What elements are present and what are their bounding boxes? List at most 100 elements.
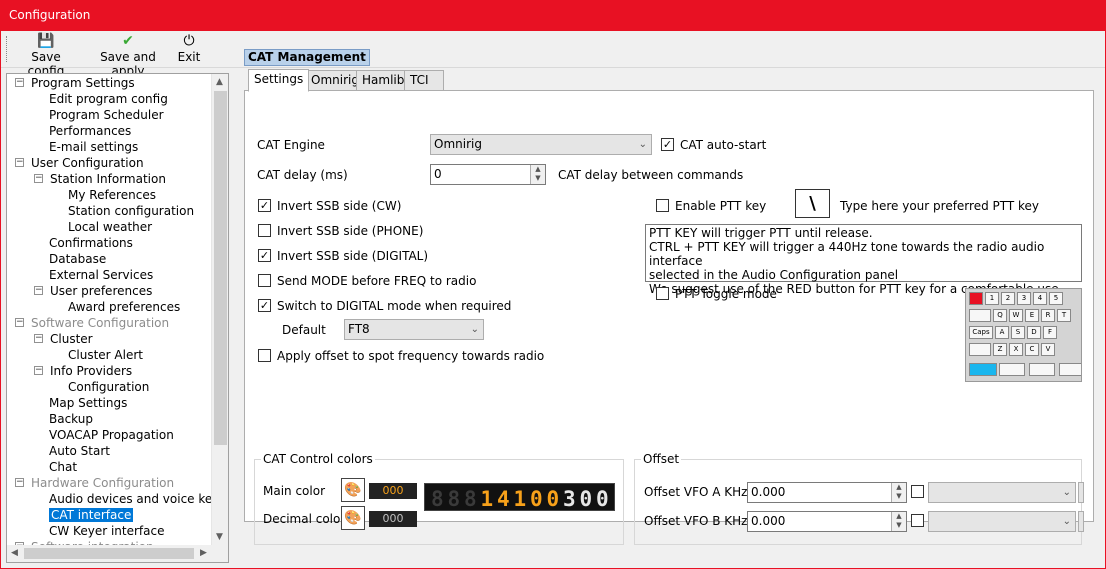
tree-item-label: Performances (49, 124, 132, 138)
invert-phone-checkbox[interactable] (258, 224, 271, 237)
save-config-button[interactable]: 💾 Save config (15, 33, 77, 78)
scroll-up-icon[interactable]: ▲ (216, 77, 223, 87)
collapse-icon[interactable]: − (15, 78, 24, 87)
tree-item[interactable]: Station Information (50, 171, 166, 187)
offset-vfo-a-label: Offset VFO A KHz (644, 485, 748, 499)
collapse-icon[interactable]: − (15, 158, 24, 167)
spin-up-icon[interactable]: ▲ (892, 512, 906, 521)
tab-settings[interactable]: Settings (248, 69, 310, 92)
tree-item[interactable]: Auto Start (49, 443, 110, 459)
tree-item[interactable]: Station configuration (68, 203, 194, 219)
tree-item[interactable]: Cluster Alert (68, 347, 143, 363)
tree-item[interactable]: Cluster (50, 331, 93, 347)
tree-item[interactable]: Info Providers (50, 363, 132, 379)
cat-delay-input[interactable]: 0 ▲ ▼ (430, 164, 546, 185)
spin-up-icon[interactable]: ▲ (892, 483, 906, 492)
tree-item[interactable]: Hardware Configuration (31, 475, 174, 491)
tree-item[interactable]: Audio devices and voice keye (49, 491, 227, 507)
power-icon: ⏻ (183, 33, 195, 49)
offset-vfo-a-checkbox[interactable] (911, 485, 924, 498)
save-and-apply-button[interactable]: ✔ Save and apply (87, 33, 169, 78)
ptt-info-line: selected in the Audio Configuration pane… (649, 268, 899, 282)
keyboard-key: W (1009, 309, 1023, 322)
keyboard-key: V (1041, 343, 1055, 356)
tree-item[interactable]: CW Keyer interface (49, 523, 164, 539)
horizontal-scroll-thumb[interactable] (24, 548, 194, 559)
tab-tci[interactable]: TCI (404, 70, 444, 91)
offset-vfo-a-extra[interactable] (1078, 482, 1084, 503)
switch-digital-checkbox[interactable]: ✓ (258, 299, 271, 312)
tree-item[interactable]: Edit program config (49, 91, 168, 107)
spin-up-icon[interactable]: ▲ (531, 165, 545, 174)
tree-item[interactable]: Local weather (68, 219, 152, 235)
tree-vertical-scrollbar[interactable]: ▲ ▼ (211, 74, 228, 546)
spin-down-icon[interactable]: ▼ (892, 521, 906, 530)
send-mode-checkbox[interactable] (258, 274, 271, 287)
collapse-icon[interactable]: − (15, 318, 24, 327)
tree-item[interactable]: My References (68, 187, 156, 203)
tree-item[interactable]: Database (49, 251, 106, 267)
tree-item[interactable]: User Configuration (31, 155, 144, 171)
tree-item[interactable]: Backup (49, 411, 93, 427)
tree-item[interactable]: Program Scheduler (49, 107, 164, 123)
toolbar-grip[interactable] (6, 36, 8, 62)
scroll-left-icon[interactable]: ◀ (11, 548, 18, 558)
tree-item[interactable]: Chat (49, 459, 77, 475)
offset-vfo-a-spinner[interactable]: ▲ ▼ (891, 483, 906, 502)
offset-vfo-a-input[interactable]: 0.000 ▲ ▼ (747, 482, 907, 503)
tree-item[interactable]: Software Configuration (31, 315, 169, 331)
offset-vfo-b-extra[interactable] (1078, 511, 1084, 532)
invert-digital-checkbox[interactable]: ✓ (258, 249, 271, 262)
tree-item[interactable]: Map Settings (49, 395, 127, 411)
tree-item[interactable]: Performances (49, 123, 131, 139)
collapse-icon[interactable]: − (34, 174, 43, 183)
cat-delay-spinner[interactable]: ▲ ▼ (530, 165, 545, 184)
paint-bucket-icon[interactable]: 🎨 (341, 478, 365, 502)
ptt-toggle-checkbox[interactable] (656, 287, 669, 300)
frequency-digit: 8 (464, 487, 477, 511)
tab-hamlib[interactable]: Hamlib (356, 70, 411, 91)
offset-vfo-b-select[interactable]: ⌄ (928, 511, 1076, 532)
settings-tree[interactable]: − Program Settings Edit program config Prog… (6, 73, 229, 563)
tree-horizontal-scrollbar[interactable]: ◀ ▶ (7, 545, 228, 562)
tree-item[interactable]: VOACAP Propagation (49, 427, 174, 443)
tree-item[interactable]: Configuration (68, 379, 149, 395)
default-mode-select[interactable]: FT8 ⌄ (344, 319, 484, 340)
ptt-key-input[interactable]: \ (795, 189, 830, 218)
exit-button[interactable]: ⏻ Exit (177, 33, 201, 66)
invert-cw-checkbox[interactable]: ✓ (258, 199, 271, 212)
offset-vfo-b-spinner[interactable]: ▲ ▼ (891, 512, 906, 531)
scroll-down-icon[interactable]: ▼ (216, 532, 223, 542)
offset-vfo-b-input[interactable]: 0.000 ▲ ▼ (747, 511, 907, 532)
enable-ptt-checkbox[interactable] (656, 199, 669, 212)
tree-item[interactable]: Award preferences (68, 299, 180, 315)
cat-delay-value: 0 (434, 167, 442, 181)
scroll-right-icon[interactable]: ▶ (200, 548, 207, 558)
tree-item-label: CAT interface (49, 508, 134, 522)
cat-engine-select[interactable]: Omnirig ⌄ (430, 134, 652, 155)
tree-item[interactable]: Confirmations (49, 235, 133, 251)
cat-autostart-checkbox[interactable]: ✓ (661, 138, 674, 151)
offset-vfo-a-select[interactable]: ⌄ (928, 482, 1076, 503)
tree-item[interactable]: User preferences (50, 283, 152, 299)
keyboard-key: 2 (1001, 292, 1015, 305)
collapse-icon[interactable]: − (34, 286, 43, 295)
apply-offset-checkbox[interactable] (258, 349, 271, 362)
collapse-icon[interactable]: − (15, 478, 24, 487)
spin-down-icon[interactable]: ▼ (892, 492, 906, 501)
collapse-icon[interactable]: − (34, 334, 43, 343)
tree-item[interactable]: Program Settings (31, 75, 135, 91)
spin-down-icon[interactable]: ▼ (531, 174, 545, 183)
vertical-scroll-thumb[interactable] (214, 91, 227, 445)
save-icon: 💾 (37, 33, 55, 49)
tree-item[interactable]: CAT interface (49, 507, 134, 523)
offset-vfo-b-checkbox[interactable] (911, 514, 924, 527)
keyboard-key: T (1057, 309, 1071, 322)
keyboard-key: R (1041, 309, 1055, 322)
tree-item[interactable]: E-mail settings (49, 139, 138, 155)
paint-bucket-icon[interactable]: 🎨 (341, 506, 365, 530)
collapse-icon[interactable]: − (34, 366, 43, 375)
offset-vfo-b-label: Offset VFO B KHz (644, 514, 748, 528)
tree-item[interactable]: External Services (49, 267, 153, 283)
keyboard-key: C (1025, 343, 1039, 356)
